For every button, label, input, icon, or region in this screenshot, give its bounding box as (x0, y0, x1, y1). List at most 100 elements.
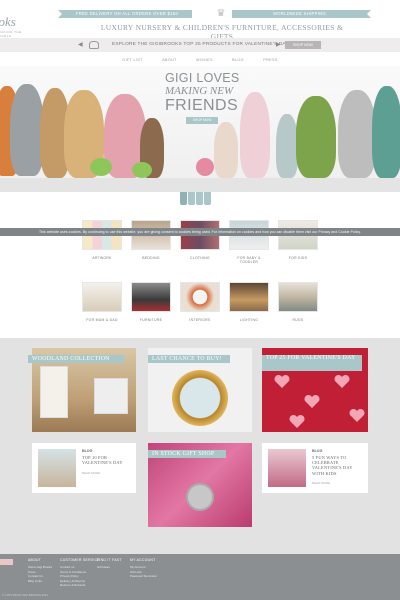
hero-title-line3: FRIENDS (165, 97, 239, 114)
hero-toy-frog (296, 96, 336, 178)
category-lighting[interactable]: LIGHTING (229, 282, 269, 322)
promo-shop-button[interactable]: SHOP NOW (285, 41, 321, 49)
category-rugs-image (278, 282, 318, 312)
blog-left-read-more[interactable]: READ MORE (82, 471, 100, 475)
category-clothing[interactable]: CLOTHING (180, 220, 220, 260)
worldwide-shipping-ribbon: WORLDWIDE SHIPPING (232, 10, 371, 18)
category-interiors[interactable]: INTERIORS (180, 282, 220, 322)
hero-toy-pink-ball (196, 158, 214, 176)
category-rugs[interactable]: RUGS (278, 282, 318, 322)
category-label: CLOTHING (190, 256, 210, 260)
category-label: FOR KIDS (288, 256, 308, 260)
footer-col-about: ABOUT About Gigi Brooks Press Contact Us… (28, 558, 52, 583)
category-label: FOR BABY & TODDLER (237, 256, 261, 264)
hero-toy-green-ball (90, 158, 112, 176)
promo-next-arrow-icon[interactable]: ▶ (276, 38, 281, 52)
category-kids[interactable]: FOR KIDS (278, 220, 318, 260)
footer-link[interactable]: About Gigi Brooks (28, 565, 52, 570)
blog-left-title[interactable]: TOP 10 FOR VALENTINE'S DAY (82, 455, 132, 465)
blog-left-kicker: BLOG (82, 449, 93, 453)
hero-pager (180, 192, 211, 207)
promo-bar: ◀ EXPLORE THE GIGIBROOKS TOP 25 PRODUCTS… (0, 38, 400, 52)
mirror-image (172, 370, 228, 426)
hero-pager-dot-2[interactable] (188, 192, 195, 205)
category-mum-dad[interactable]: FOR MUM & DAD (82, 282, 122, 322)
footer-link[interactable]: Gift Ideas (97, 565, 122, 570)
hero-pager-dot-1[interactable] (180, 192, 187, 205)
copyright: © COPYRIGHT GIGI BROOKS 2014 (2, 593, 48, 597)
hero-banner[interactable]: GIGI LOVES MAKING NEW FRIENDS SHOP NOW (0, 66, 400, 192)
blog-right-read-more[interactable]: READ MORE (312, 481, 330, 485)
footer-heading: FIND IT FAST (97, 558, 122, 562)
hero-shelf (0, 178, 400, 192)
category-label: BEDDING (142, 256, 160, 260)
category-artwork[interactable]: ARTWORK (82, 220, 122, 260)
gift-shop-label[interactable]: IN STOCK GIFT SHOP (148, 450, 226, 458)
logo-subtitle: MAKING THE WORLD (0, 30, 22, 38)
free-delivery-ribbon: FREE DELIVERY ON ALL ORDERS OVER $150 (58, 10, 192, 18)
nav-wishes[interactable]: WISHES (196, 54, 213, 66)
crown-icon: ♛ (216, 8, 226, 19)
category-bedding[interactable]: BEDDING (131, 220, 171, 260)
bag-icon (89, 41, 99, 49)
hero-pager-dot-4[interactable] (204, 192, 211, 205)
footer-col-my-account: MY ACCOUNT My Account Gift Lists Passwor… (130, 558, 157, 579)
hero-toy-robot (276, 114, 298, 178)
cookie-notice[interactable]: This website uses cookies. By continuing… (0, 228, 400, 236)
blog-card-right[interactable]: BLOG 5 FUN WAYS TO CELEBRATE VALENTINE'S… (262, 443, 368, 493)
nav-about[interactable]: ABOUT (162, 54, 177, 66)
footer-heading: MY ACCOUNT (130, 558, 156, 562)
blog-left-image (38, 449, 76, 487)
category-label: ARTWORK (92, 256, 112, 260)
category-furniture[interactable]: FURNITURE (131, 282, 171, 322)
footer-col-customer-service: CUSTOMER SERVICE Contact us Terms & Cond… (60, 558, 100, 588)
blog-right-image (268, 449, 306, 487)
footer-heading: ABOUT (28, 558, 42, 562)
hero-pager-dot-3[interactable] (196, 192, 203, 205)
nav-blog[interactable]: BLOG (232, 54, 244, 66)
logo-wordmark: ooks (0, 14, 16, 29)
category-label: FOR MUM & DAD (86, 318, 118, 322)
site-logo[interactable]: ooks MAKING THE WORLD (0, 10, 30, 38)
category-label: INTERIORS (189, 318, 211, 322)
hero-toy-elephant (10, 84, 44, 176)
hero-toy-small-bunny (214, 122, 238, 178)
category-label: LIGHTING (239, 318, 259, 322)
blog-right-kicker: BLOG (312, 449, 323, 453)
footer-link[interactable]: Blog Links (28, 579, 52, 584)
category-interiors-image (180, 282, 220, 312)
pendant-image (186, 483, 214, 511)
hero-toy-teal (372, 86, 400, 178)
last-chance-label[interactable]: LAST CHANCE TO BUY! (148, 355, 230, 363)
woodland-collection-label[interactable]: WOODLAND COLLECTION (28, 355, 124, 363)
category-furniture-image (131, 282, 171, 312)
hero-toy-pink-bunny (240, 92, 270, 178)
dresser-image (40, 366, 68, 418)
category-baby-toddler[interactable]: FOR BABY & TODDLER (229, 220, 269, 264)
valentine-label[interactable]: TOP 25 FOR VALENTINE'S DAY (262, 355, 362, 371)
promo-prev-arrow-icon[interactable]: ◀ (78, 38, 83, 52)
footer-col-find-it-fast: FIND IT FAST Gift Ideas (97, 558, 122, 570)
crib-image (94, 378, 128, 414)
hero-toy-grey-bunny (338, 90, 376, 178)
site-footer: ABOUT About Gigi Brooks Press Contact Us… (0, 554, 400, 600)
hero-title-line1: GIGI LOVES (165, 71, 240, 85)
footer-link[interactable]: Returns & Refunds (60, 583, 100, 588)
category-label: RUGS (292, 318, 304, 322)
hero-toy-green-ball-2 (132, 162, 152, 178)
category-lighting-image (229, 282, 269, 312)
blog-right-title[interactable]: 5 FUN WAYS TO CELEBRATE VALENTINE'S DAY … (312, 455, 362, 476)
footer-heading: CUSTOMER SERVICE (60, 558, 100, 562)
hero-shop-button[interactable]: SHOP NOW (186, 117, 218, 124)
footer-link[interactable]: Password Reminder (130, 574, 157, 579)
promo-text[interactable]: EXPLORE THE GIGIBROOKS TOP 25 PRODUCTS F… (112, 38, 291, 52)
page: ooks MAKING THE WORLD FREE DELIVERY ON A… (0, 0, 400, 600)
main-nav: GIFT LIST ABOUT WISHES BLOG PRESS (0, 54, 400, 66)
nav-gift-list[interactable]: GIFT LIST (122, 54, 142, 66)
category-label: FURNITURE (139, 318, 163, 322)
hero-title-line2: MAKING NEW (165, 85, 234, 97)
footer-tab[interactable] (0, 559, 13, 565)
blog-card-left[interactable]: BLOG TOP 10 FOR VALENTINE'S DAY READ MOR… (32, 443, 136, 493)
nav-press[interactable]: PRESS (263, 54, 277, 66)
category-mum-dad-image (82, 282, 122, 312)
